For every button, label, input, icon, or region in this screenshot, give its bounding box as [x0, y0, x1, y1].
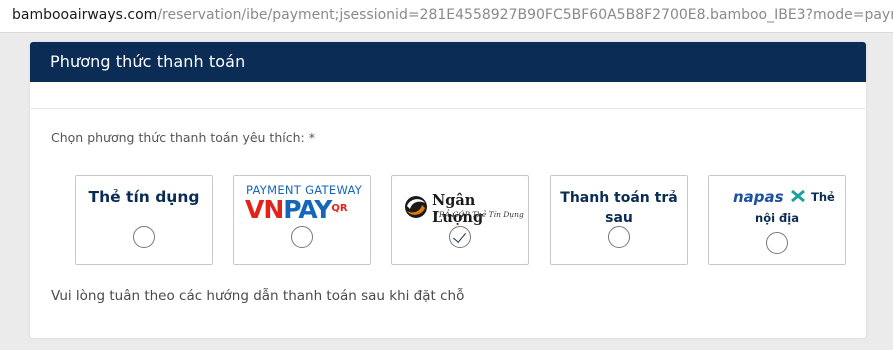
- divider: [30, 108, 866, 109]
- payment-option-vnpay[interactable]: PAYMENT GATEWAY VNPAY QR: [233, 175, 371, 265]
- url-host: bambooairways.com: [12, 7, 158, 23]
- option-label-line2: nội địa: [755, 211, 799, 225]
- option-label-line1: Thanh toán trả: [560, 190, 678, 206]
- radio-button-selected[interactable]: [449, 226, 471, 248]
- payment-method-card: Phương thức thanh toán Chọn phương thức …: [30, 42, 866, 338]
- radio-button[interactable]: [608, 226, 630, 248]
- section-title: Phương thức thanh toán: [30, 42, 866, 82]
- napas-logo-text: napas: [733, 188, 784, 206]
- payment-instructions-note: Vui lòng tuân theo các hướng dẫn thanh t…: [51, 288, 465, 304]
- vnpay-logo-qr: QR: [331, 203, 348, 214]
- url-path: /reservation/ibe/payment;jsessionid=281E…: [157, 7, 893, 23]
- option-label-line1: Thẻ: [811, 190, 835, 204]
- option-label-line2: sau: [605, 210, 633, 226]
- payment-option-napas[interactable]: napas Thẻ nội địa: [708, 175, 846, 265]
- radio-button[interactable]: [766, 232, 788, 254]
- radio-button[interactable]: [133, 226, 155, 248]
- napas-star-icon: [791, 190, 805, 202]
- payment-option-nganluong[interactable]: Ngân Lượng TRẢ GÓP Thẻ Tín Dụng: [391, 175, 529, 265]
- option-label: Thẻ tín dụng: [88, 188, 200, 206]
- choose-payment-label: Chọn phương thức thanh toán yêu thích: *: [51, 130, 315, 145]
- payment-option-pay-later[interactable]: Thanh toán trả sau: [550, 175, 688, 265]
- nganluong-swirl-icon: [405, 196, 427, 218]
- napas-logo: napas: [733, 188, 784, 206]
- address-bar[interactable]: bambooairways.com/reservation/ibe/paymen…: [0, 0, 893, 33]
- vnpay-logo: VNPAY QR: [245, 195, 348, 224]
- nganluong-logo-text: Ngân Lượng: [432, 192, 484, 226]
- nganluong-logo-subtext: TRẢ GÓP Thẻ Tín Dụng: [434, 210, 524, 219]
- payment-option-credit-card[interactable]: Thẻ tín dụng: [75, 175, 213, 265]
- checkmark-icon: [452, 229, 467, 243]
- radio-button[interactable]: [291, 226, 313, 248]
